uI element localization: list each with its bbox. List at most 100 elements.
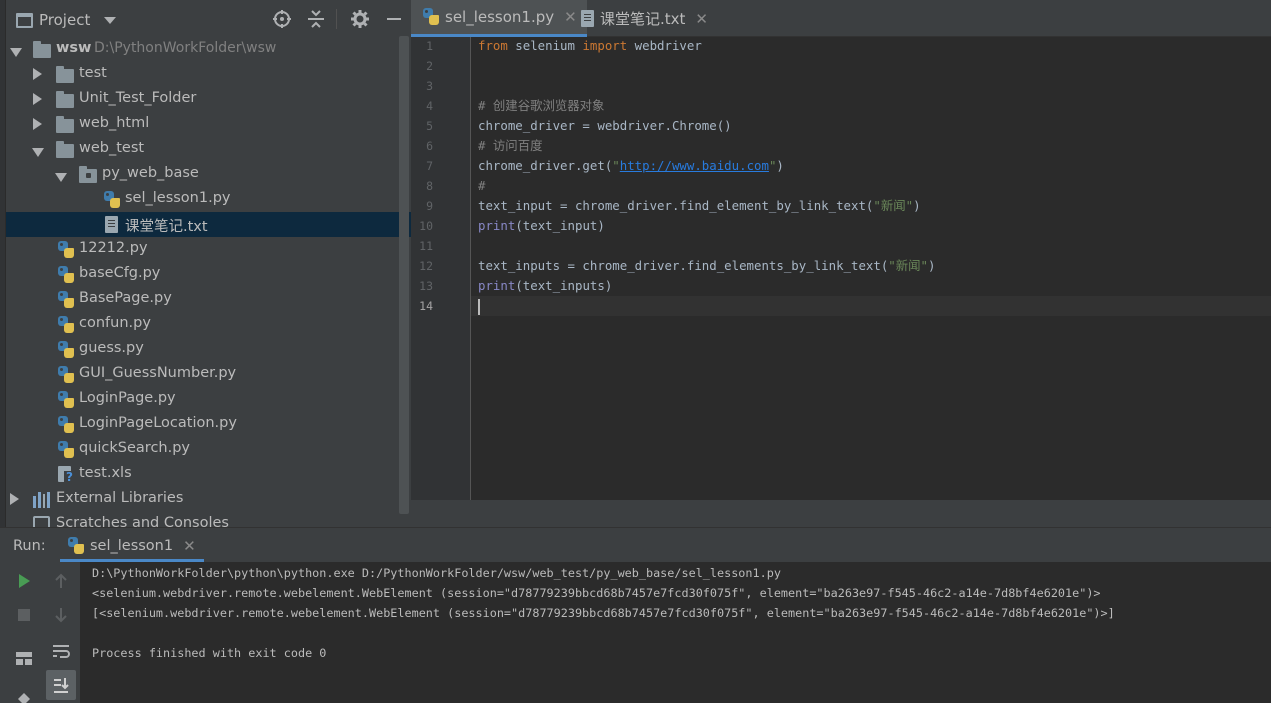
- tree-item-label: 12212.py: [79, 240, 148, 256]
- expanded-arrow-icon[interactable]: [32, 148, 44, 157]
- pin-icon: [18, 693, 30, 703]
- code-line[interactable]: text_inputs = chrome_driver.find_element…: [478, 256, 935, 276]
- code-area[interactable]: from selenium import webdriver # 创建谷歌浏览器对…: [411, 0, 1271, 500]
- scratches-icon: [33, 516, 50, 527]
- code-line[interactable]: # 访问百度: [478, 136, 542, 156]
- code-token: ): [928, 258, 936, 273]
- code-line[interactable]: text_input = chrome_driver.find_element_…: [478, 196, 921, 216]
- stop-button[interactable]: [11, 602, 37, 628]
- run-label: Run:: [13, 538, 46, 554]
- code-line[interactable]: chrome_driver = webdriver.Chrome(): [478, 116, 732, 136]
- play-icon: [19, 574, 30, 588]
- tree-item-label: GUI_GuessNumber.py: [79, 365, 237, 381]
- tree-item-test[interactable]: test: [6, 62, 411, 87]
- tree-item-loginpagelocation[interactable]: LoginPageLocation.py: [6, 412, 411, 437]
- code-line[interactable]: chrome_driver.get("http://www.baidu.com"…: [478, 156, 784, 176]
- collapsed-arrow-icon[interactable]: [33, 118, 42, 130]
- arrow-up-icon: [55, 573, 67, 588]
- tree-item-sel-lesson1[interactable]: sel_lesson1.py: [6, 187, 411, 212]
- python-file-icon: [58, 441, 74, 459]
- tree-item-label: test.xls: [79, 465, 132, 481]
- stop-icon: [18, 609, 30, 621]
- tree-item-confun[interactable]: confun.py: [6, 312, 411, 337]
- tree-item-scratches[interactable]: Scratches and Consoles: [6, 512, 411, 527]
- code-line[interactable]: #: [478, 176, 485, 196]
- tree-scrollbar[interactable]: [399, 36, 409, 514]
- run-tab-sel-lesson1[interactable]: sel_lesson1 ✕: [60, 533, 204, 562]
- tree-item-web-test[interactable]: web_test: [6, 137, 411, 162]
- tree-item-label: confun.py: [79, 315, 151, 331]
- tree-item-external-libraries[interactable]: External Libraries: [6, 487, 411, 512]
- scroll-to-end-icon: [54, 678, 69, 693]
- tree-item-label: quickSearch.py: [79, 440, 191, 456]
- tree-item-quicksearch[interactable]: quickSearch.py: [6, 437, 411, 462]
- tree-item-wsw[interactable]: wsw D:\PythonWorkFolder\wsw: [6, 37, 411, 62]
- tree-item-test-xls[interactable]: ? test.xls: [6, 462, 411, 487]
- tree-item-web-html[interactable]: web_html: [6, 112, 411, 137]
- tree-item-label: LoginPageLocation.py: [79, 415, 237, 431]
- layout-icon: [16, 652, 32, 665]
- project-view-selector[interactable]: Project: [16, 9, 117, 31]
- tree-item-gui-guessnumber[interactable]: GUI_GuessNumber.py: [6, 362, 411, 387]
- code-token: ): [776, 158, 784, 173]
- run-console-output[interactable]: D:\PythonWorkFolder\python\python.exe D:…: [80, 562, 1271, 703]
- code-line[interactable]: [478, 296, 480, 316]
- collapsed-arrow-icon[interactable]: [33, 68, 42, 80]
- python-file-icon: [58, 291, 74, 309]
- folder-icon: [33, 41, 51, 58]
- code-token: text_input = chrome_driver.find_element_…: [478, 198, 874, 213]
- unknown-file-icon: ?: [58, 466, 75, 484]
- expanded-arrow-icon[interactable]: [55, 173, 67, 182]
- code-line[interactable]: print(text_inputs): [478, 276, 612, 296]
- collapsed-arrow-icon[interactable]: [33, 93, 42, 105]
- close-icon[interactable]: ✕: [183, 537, 196, 555]
- python-file-icon: [58, 316, 74, 334]
- code-line[interactable]: # 创建谷歌浏览器对象: [478, 96, 604, 116]
- tree-item-basepage[interactable]: BasePage.py: [6, 287, 411, 312]
- layout-button[interactable]: [11, 646, 37, 672]
- code-token: selenium: [507, 38, 583, 53]
- editor-footer: [411, 500, 1271, 527]
- expanded-arrow-icon[interactable]: [10, 48, 22, 57]
- console-line: D:\PythonWorkFolder\python\python.exe D:…: [92, 566, 781, 580]
- tree-item-py-web-base[interactable]: py_web_base: [6, 162, 411, 187]
- code-token: # 创建谷歌浏览器对象: [478, 98, 605, 113]
- code-token: webdriver: [627, 38, 702, 53]
- locate-crosshair-icon[interactable]: [273, 10, 291, 28]
- tree-item-label: web_html: [79, 115, 150, 131]
- tree-item-notes-txt[interactable]: 课堂笔记.txt: [6, 212, 411, 237]
- gear-icon[interactable]: [351, 10, 369, 28]
- soft-wrap-button[interactable]: [48, 638, 74, 664]
- tree-item-label: py_web_base: [102, 165, 199, 181]
- tree-item-loginpage[interactable]: LoginPage.py: [6, 387, 411, 412]
- header-divider: [336, 9, 337, 29]
- scroll-to-end-button[interactable]: [46, 670, 76, 700]
- scroll-down-button[interactable]: [48, 602, 74, 628]
- code-token: "新闻": [873, 198, 914, 213]
- rerun-button[interactable]: [11, 568, 37, 594]
- minimize-icon[interactable]: [385, 10, 403, 28]
- tree-item-12212[interactable]: 12212.py: [6, 237, 411, 262]
- tree-item-guess[interactable]: guess.py: [6, 337, 411, 362]
- collapsed-arrow-icon[interactable]: [10, 493, 19, 505]
- python-file-icon: [58, 391, 74, 409]
- python-file-icon: [58, 266, 74, 284]
- tree-item-label: test: [79, 65, 107, 81]
- folder-icon: [56, 66, 74, 83]
- scroll-up-button[interactable]: [48, 568, 74, 594]
- project-tree: wsw D:\PythonWorkFolder\wsw test Unit_Te…: [6, 37, 411, 527]
- code-token: print: [478, 278, 516, 293]
- code-line[interactable]: from selenium import webdriver: [478, 36, 702, 56]
- code-token: ": [612, 158, 620, 173]
- code-token: from: [478, 38, 508, 53]
- tree-item-unit-test-folder[interactable]: Unit_Test_Folder: [6, 87, 411, 112]
- tree-item-basecfg[interactable]: baseCfg.py: [6, 262, 411, 287]
- pin-button[interactable]: [11, 686, 37, 703]
- library-icon: [33, 492, 50, 508]
- project-title-label: Project: [39, 11, 91, 29]
- code-line[interactable]: print(text_input): [478, 216, 605, 236]
- console-line: Process finished with exit code 0: [92, 646, 327, 660]
- collapse-all-icon[interactable]: [307, 10, 325, 28]
- tree-item-label: Unit_Test_Folder: [79, 90, 197, 106]
- soft-wrap-icon: [53, 645, 70, 658]
